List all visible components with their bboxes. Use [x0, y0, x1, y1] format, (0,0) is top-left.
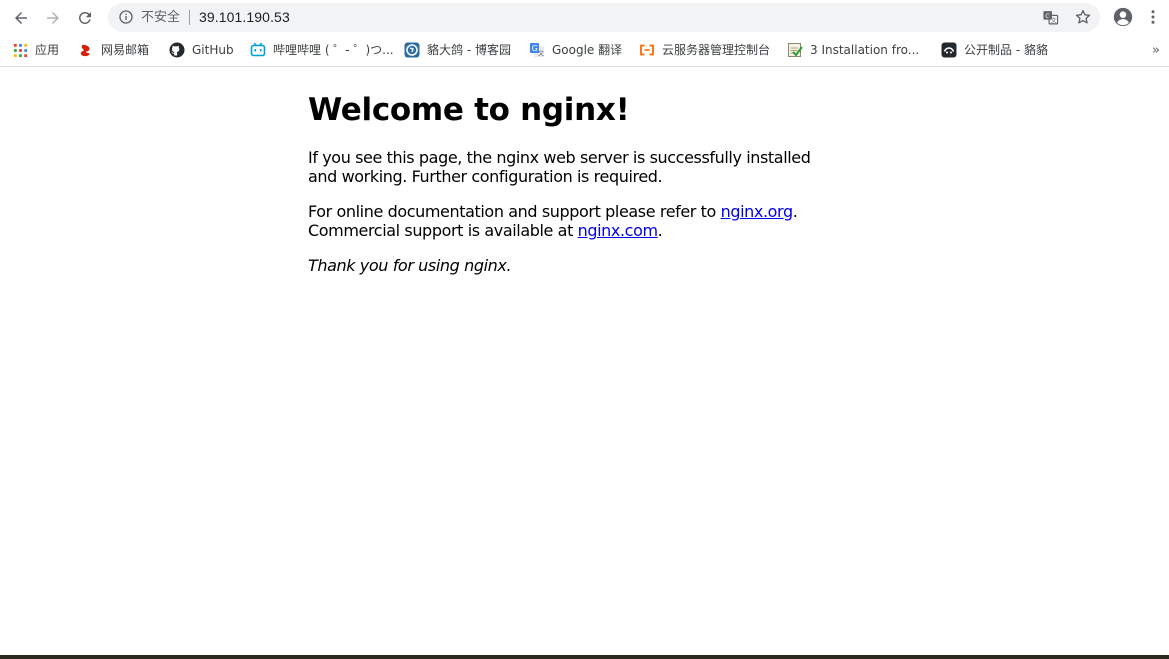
- bookmarks-bar: 应用 网易邮箱 GitHub 哔哩哔哩 ( ゜- ゜)つ... 貉大鸽 - 博客…: [0, 35, 1169, 67]
- thanks-text: Thank you for using nginx.: [308, 256, 512, 275]
- bookmark-label: GitHub: [192, 43, 234, 57]
- bookmark-cnblogs[interactable]: 貉大鸽 - 博客园: [404, 41, 511, 59]
- nginx-com-link[interactable]: nginx.com: [578, 221, 658, 240]
- bookmark-bilibili[interactable]: 哔哩哔哩 ( ゜- ゜)つ...: [250, 41, 394, 59]
- translate-icon: G文: [1042, 10, 1058, 24]
- github-icon: [169, 42, 185, 58]
- star-icon: [1075, 9, 1091, 24]
- taskbar-edge: [0, 655, 1169, 659]
- bookmark-star-button[interactable]: [1074, 8, 1092, 26]
- bookmark-github[interactable]: GitHub: [169, 41, 234, 59]
- bookmark-label: 貉大鸽 - 博客园: [427, 43, 511, 57]
- bookmark-apps[interactable]: 应用: [12, 41, 59, 59]
- security-label[interactable]: 不安全: [141, 9, 180, 26]
- browser-toolbar: 不安全 39.101.190.53 G文: [0, 0, 1169, 35]
- netease-mail-icon: [78, 42, 94, 58]
- bookmark-label: Google 翻译: [552, 43, 623, 57]
- address-bar[interactable]: 不安全 39.101.190.53 G文: [108, 3, 1100, 32]
- apps-grid-icon: [12, 42, 28, 58]
- docs-period: .: [792, 202, 798, 221]
- aliyun-icon: [639, 42, 655, 58]
- docs-text: For online documentation and support ple…: [308, 202, 721, 221]
- commercial-period: .: [657, 221, 663, 240]
- reload-icon: [78, 11, 91, 24]
- reload-button[interactable]: [72, 5, 98, 31]
- bookmark-label: 网易邮箱: [101, 43, 150, 57]
- page-content: Welcome to nginx! If you see this page, …: [308, 90, 828, 291]
- kebab-menu-icon: [1151, 10, 1155, 24]
- bookmark-public-artifacts[interactable]: 公开制品 - 貉貉: [941, 41, 1048, 59]
- bookmarks-overflow-button[interactable]: »: [1152, 43, 1160, 58]
- account-icon: [1113, 7, 1133, 27]
- bookmark-google-translate[interactable]: G文 Google 翻译: [529, 41, 622, 59]
- bookmark-installation-docs[interactable]: 3 Installation fro...: [787, 41, 919, 59]
- url-text[interactable]: 39.101.190.53: [199, 8, 290, 27]
- google-translate-icon: G文: [529, 42, 545, 58]
- back-button[interactable]: [8, 5, 34, 31]
- bookmark-netease-mail[interactable]: 网易邮箱: [78, 41, 149, 59]
- bookmark-label: 应用: [35, 43, 60, 57]
- page-title: Welcome to nginx!: [308, 92, 630, 128]
- omnibox-divider: [189, 10, 190, 25]
- profile-button[interactable]: [1112, 6, 1134, 28]
- svg-text:文: 文: [538, 50, 544, 58]
- bilibili-icon: [250, 42, 266, 58]
- cnblogs-icon: [404, 42, 420, 58]
- browser-menu-button[interactable]: [1144, 6, 1162, 28]
- translate-button[interactable]: G文: [1041, 8, 1059, 26]
- intro-paragraph: If you see this page, the nginx web serv…: [308, 148, 811, 186]
- docs-icon: [787, 42, 803, 58]
- nginx-org-link[interactable]: nginx.org: [721, 202, 793, 221]
- forward-button[interactable]: [40, 5, 66, 31]
- bookmark-aliyun-console[interactable]: 云服务器管理控制台: [639, 41, 770, 59]
- bookmark-label: 云服务器管理控制台: [662, 43, 771, 57]
- svg-text:G: G: [532, 44, 538, 53]
- thanks-paragraph: Thank you for using nginx.: [308, 256, 828, 275]
- bookmark-label: 3 Installation fro...: [810, 43, 920, 57]
- arrow-left-icon: [15, 12, 27, 24]
- artifact-icon: [941, 42, 957, 58]
- arrow-right-icon: [47, 12, 59, 24]
- bookmark-label: 公开制品 - 貉貉: [964, 43, 1048, 57]
- docs-paragraph: For online documentation and support ple…: [308, 202, 828, 240]
- bookmark-label: 哔哩哔哩 ( ゜- ゜)つ...: [273, 43, 394, 57]
- info-icon[interactable]: [118, 9, 134, 25]
- commercial-text: Commercial support is available at: [308, 221, 578, 240]
